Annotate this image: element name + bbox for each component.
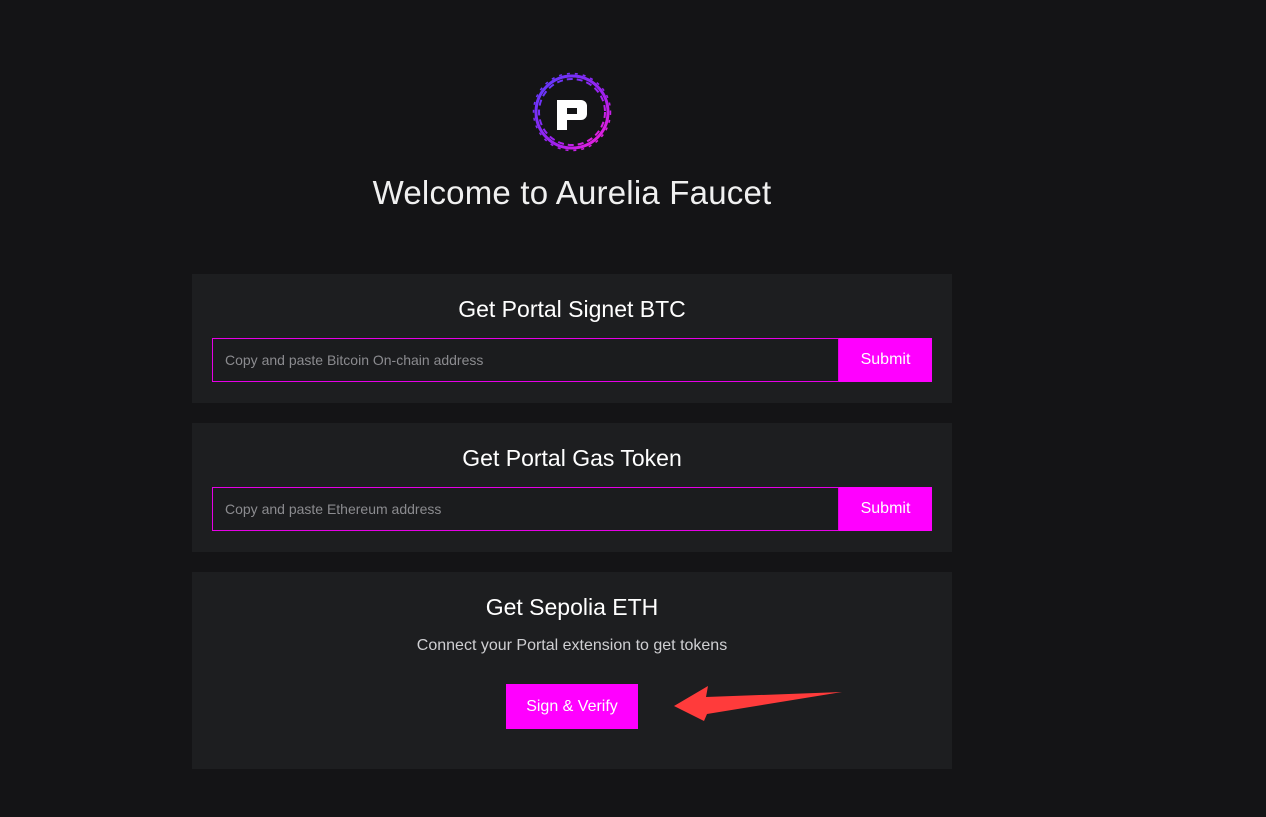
sepolia-eth-card: Get Sepolia ETH Connect your Portal exte… (192, 572, 952, 769)
ethereum-address-input[interactable] (212, 487, 839, 531)
gas-token-title: Get Portal Gas Token (462, 445, 682, 471)
gas-token-card: Get Portal Gas Token Submit (192, 423, 952, 552)
signet-btc-card: Get Portal Signet BTC Submit (192, 274, 952, 403)
faucet-page: Welcome to Aurelia Faucet Get Portal Sig… (0, 0, 1266, 817)
signet-btc-title: Get Portal Signet BTC (458, 296, 686, 322)
page-title: Welcome to Aurelia Faucet (372, 174, 772, 211)
gas-token-submit-button[interactable]: Submit (839, 487, 932, 531)
sign-verify-button[interactable]: Sign & Verify (506, 684, 638, 729)
signet-btc-form: Submit (212, 338, 932, 382)
bitcoin-address-input[interactable] (212, 338, 839, 382)
signet-btc-submit-button[interactable]: Submit (839, 338, 932, 382)
sepolia-eth-subtitle: Connect your Portal extension to get tok… (416, 637, 728, 654)
portal-logo-icon (532, 72, 612, 152)
sepolia-eth-title: Get Sepolia ETH (485, 594, 659, 620)
gas-token-form: Submit (212, 487, 932, 531)
red-arrow-icon (674, 686, 842, 721)
